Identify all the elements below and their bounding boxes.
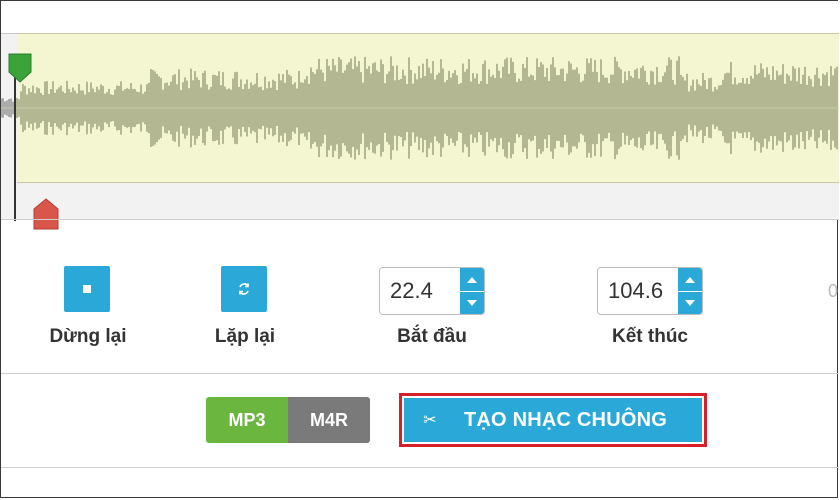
arrow-down-icon: [685, 299, 695, 306]
start-time-input[interactable]: 22.4: [379, 267, 485, 315]
divider: [1, 219, 839, 220]
stop-button[interactable]: [64, 266, 110, 312]
ringtone-editor: Dừng lại Lặp lại 22.4 Bắt đầu 104.6 Kết …: [0, 0, 839, 498]
waveform-bars: [1, 56, 839, 160]
divider: [1, 467, 839, 468]
arrow-up-icon: [467, 276, 477, 283]
end-label: Kết thúc: [612, 326, 688, 347]
end-spinner: [678, 268, 702, 314]
create-ringtone-button[interactable]: ✂ TẠO NHẠC CHUÔNG: [404, 398, 702, 442]
start-marker-icon[interactable]: [7, 52, 33, 84]
create-ringtone-label: TẠO NHẠC CHUÔNG: [464, 408, 667, 431]
arrow-up-icon: [685, 276, 695, 283]
start-time-value[interactable]: 22.4: [390, 268, 433, 314]
arrow-down-icon: [467, 299, 477, 306]
playhead[interactable]: [14, 61, 16, 221]
scissors-icon: ✂: [423, 412, 437, 429]
stop-label: Dừng lại: [49, 326, 127, 347]
stop-icon: [83, 285, 91, 293]
start-decrement-button[interactable]: [460, 291, 484, 314]
divider: [1, 373, 839, 374]
top-band: [1, 1, 839, 34]
waveform[interactable]: [1, 33, 839, 183]
format-m4r-button[interactable]: M4R: [288, 397, 370, 443]
start-label: Bắt đầu: [397, 326, 467, 347]
start-spinner: [460, 268, 484, 314]
end-time-value[interactable]: 104.6: [608, 268, 663, 314]
clipped-control: 0: [828, 281, 839, 301]
end-time-input[interactable]: 104.6: [597, 267, 703, 315]
end-marker-icon[interactable]: [32, 197, 60, 231]
end-decrement-button[interactable]: [678, 291, 702, 314]
loop-label: Lặp lại: [214, 326, 276, 347]
start-increment-button[interactable]: [460, 268, 484, 292]
format-mp3-button[interactable]: MP3: [206, 397, 288, 443]
loop-icon: [239, 283, 249, 295]
end-increment-button[interactable]: [678, 268, 702, 292]
loop-button[interactable]: [221, 266, 267, 312]
